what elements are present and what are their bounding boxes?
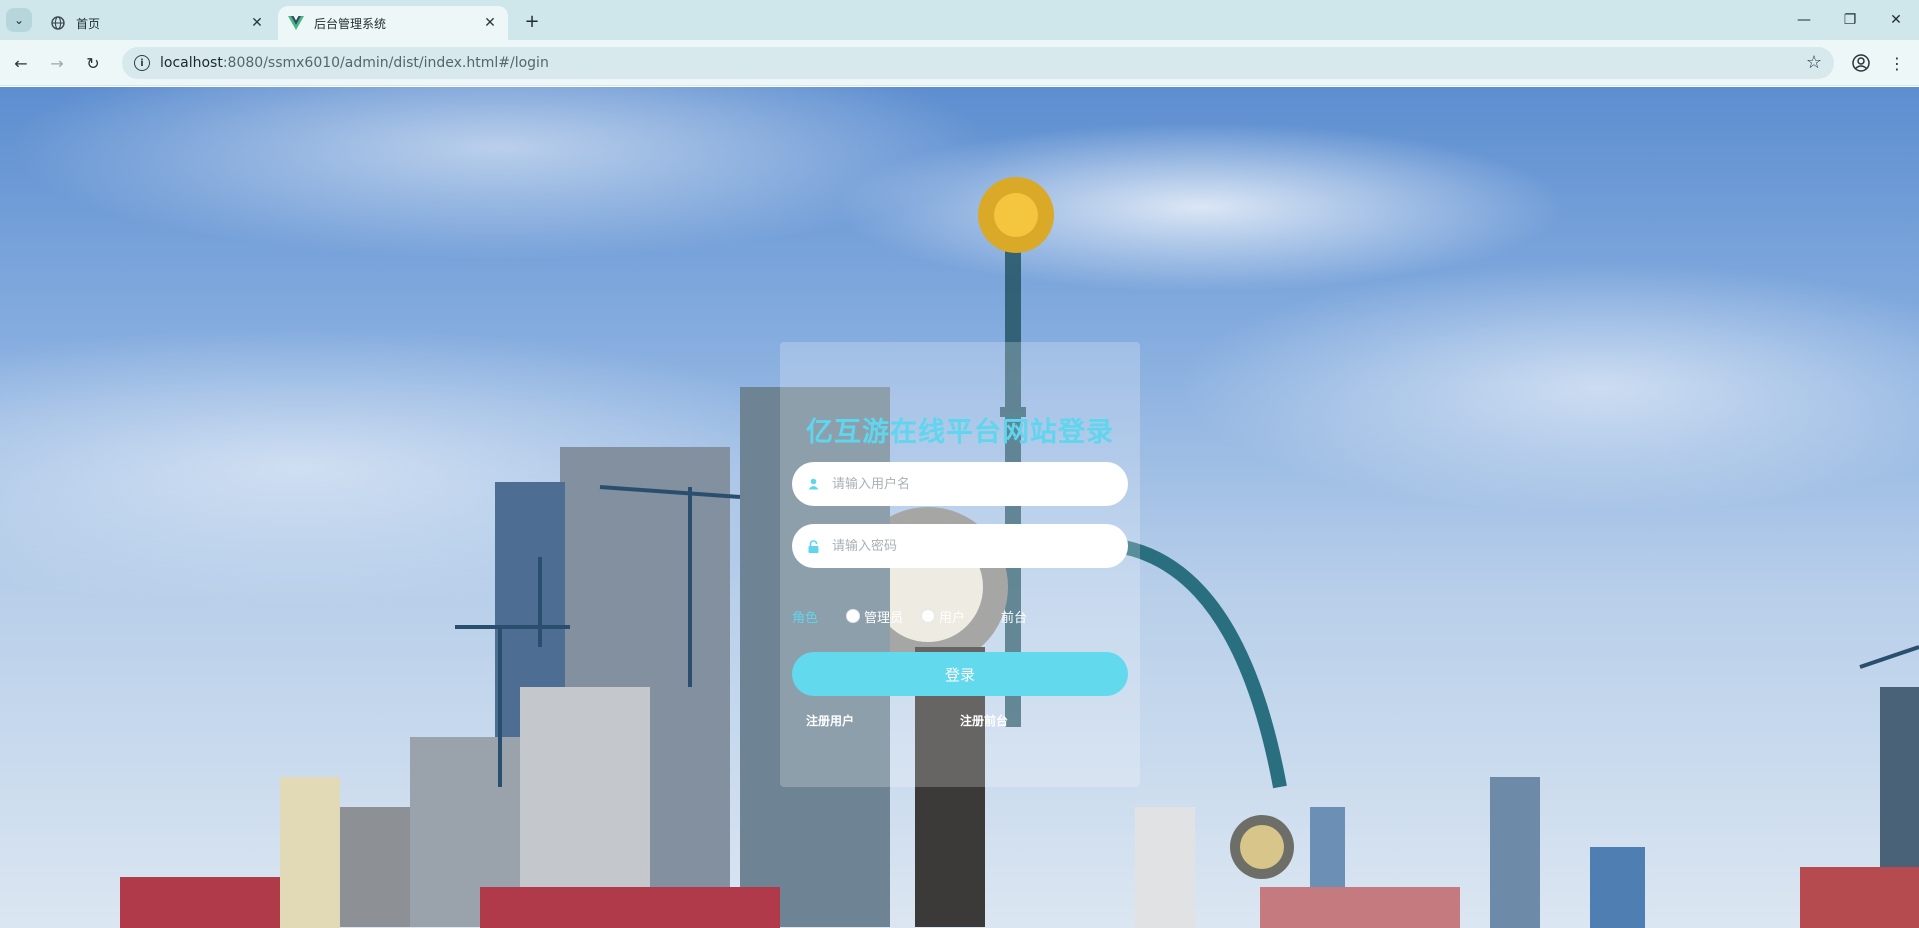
role-option-label: 前台 xyxy=(1001,610,1028,626)
tab-admin[interactable]: 后台管理系统 ✕ xyxy=(278,6,508,40)
login-button[interactable]: 登录 xyxy=(792,652,1128,696)
chevron-down-icon: ⌄ xyxy=(13,13,25,27)
radio-circle[interactable] xyxy=(983,609,997,623)
user-icon xyxy=(806,477,820,491)
close-icon[interactable]: ✕ xyxy=(482,15,498,31)
role-selector: 角色 管理员 用户 前台 xyxy=(792,604,1128,628)
role-radio-admin[interactable]: 管理员 xyxy=(846,607,903,626)
url-text: localhost:8080/ssmx6010/admin/dist/index… xyxy=(160,55,549,71)
tab-title: 后台管理系统 xyxy=(314,16,387,31)
back-arrow-icon[interactable]: ← xyxy=(8,50,34,76)
vue-logo-icon xyxy=(288,15,304,31)
close-icon[interactable]: ✕ xyxy=(249,15,265,31)
password-input[interactable] xyxy=(830,537,1110,555)
forward-arrow-icon[interactable]: → xyxy=(44,50,70,76)
role-option-label: 管理员 xyxy=(864,610,904,626)
role-label: 角色 xyxy=(792,610,819,626)
address-bar[interactable]: i localhost:8080/ssmx6010/admin/dist/ind… xyxy=(122,47,1834,79)
register-front-link[interactable]: 注册前台 xyxy=(960,712,1008,729)
browser-toolbar: ← → ↻ i localhost:8080/ssmx6010/admin/di… xyxy=(0,40,1919,86)
browser-tab-bar: ⌄ 首页 ✕ 后台管理系统 ✕ + — ❐ ✕ xyxy=(0,0,1919,40)
info-icon[interactable]: i xyxy=(134,55,150,71)
login-page: 亿互游在线平台网站登录 角色 管理员 用户 xyxy=(0,87,1919,928)
role-radio-user[interactable]: 用户 xyxy=(921,607,965,626)
minimize-button[interactable]: — xyxy=(1782,6,1826,34)
radio-circle[interactable] xyxy=(846,609,861,623)
restore-button[interactable]: ❐ xyxy=(1828,6,1872,34)
reload-icon[interactable]: ↻ xyxy=(80,50,106,76)
close-window-button[interactable]: ✕ xyxy=(1874,6,1918,34)
login-card: 亿互游在线平台网站登录 角色 管理员 用户 xyxy=(780,342,1140,787)
bookmark-star-icon[interactable]: ☆ xyxy=(1806,52,1822,73)
password-field[interactable] xyxy=(792,524,1128,568)
tab-search-button[interactable]: ⌄ xyxy=(6,8,32,32)
lock-icon xyxy=(806,539,820,553)
globe-icon xyxy=(50,15,66,31)
login-title: 亿互游在线平台网站登录 xyxy=(806,417,1114,448)
register-user-link[interactable]: 注册用户 xyxy=(806,712,854,729)
role-option-label: 用户 xyxy=(939,610,966,626)
role-radio-front[interactable]: 前台 xyxy=(983,607,1027,626)
tab-home[interactable]: 首页 ✕ xyxy=(40,6,275,40)
radio-circle[interactable] xyxy=(921,609,936,623)
tab-title: 首页 xyxy=(76,16,101,31)
new-tab-button[interactable]: + xyxy=(520,9,544,33)
username-field[interactable] xyxy=(792,462,1128,506)
menu-kebab-icon[interactable]: ⋮ xyxy=(1884,50,1910,76)
profile-icon[interactable] xyxy=(1848,50,1874,76)
username-input[interactable] xyxy=(830,475,1110,493)
